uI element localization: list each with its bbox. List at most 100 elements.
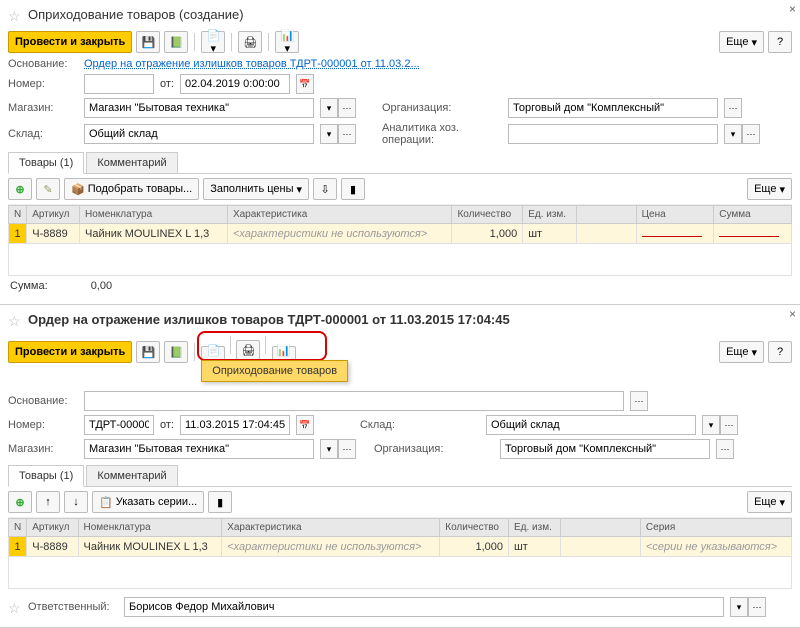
basis-link[interactable]: Ордер на отражение излишков товаров ТДРТ… [84, 58, 420, 70]
open-icon[interactable]: ⋯ [724, 98, 742, 118]
help-button[interactable]: ? [768, 341, 792, 363]
col-qty[interactable]: Количество [440, 519, 509, 537]
open-icon[interactable]: ⋯ [338, 439, 356, 459]
series-button[interactable]: 📋 Указать серии... [92, 491, 204, 513]
org-label: Организация: [374, 443, 494, 455]
more-button[interactable]: Еще ▾ [747, 491, 792, 513]
highlight-frame [197, 331, 327, 361]
open-icon[interactable]: ⋯ [338, 124, 356, 144]
number-input[interactable] [84, 74, 154, 94]
create-based-button[interactable]: 📄▾ [201, 31, 225, 53]
org-input[interactable] [508, 98, 718, 118]
warehouse-label: Склад: [360, 419, 480, 431]
warehouse-input[interactable] [84, 124, 314, 144]
dropdown-icon[interactable]: ▾ [724, 124, 742, 144]
dropdown-icon[interactable]: ▾ [730, 597, 748, 617]
move-up-button[interactable]: ↑ [36, 491, 60, 513]
number-label: Номер: [8, 419, 78, 431]
col-price[interactable]: Цена [636, 206, 714, 224]
favorite-star-icon[interactable]: ☆ [8, 8, 22, 22]
dropdown-icon[interactable]: ▾ [320, 98, 338, 118]
col-nomenclature[interactable]: Номенклатура [78, 519, 222, 537]
tab-goods[interactable]: Товары (1) [8, 152, 84, 174]
report-button[interactable]: 📊▾ [275, 31, 299, 53]
col-nomenclature[interactable]: Номенклатура [80, 206, 228, 224]
table-row[interactable]: 1 Ч-8889 Чайник MOULINEX L 1,3 <характер… [9, 537, 792, 557]
more-button[interactable]: Еще ▾ [747, 178, 792, 200]
basis-label: Основание: [8, 58, 78, 70]
org-label: Организация: [382, 102, 502, 114]
date-input[interactable] [180, 415, 290, 435]
tab-goods[interactable]: Товары (1) [8, 465, 84, 487]
analytics-input[interactable] [508, 124, 718, 144]
responsible-input[interactable] [124, 597, 724, 617]
more-button[interactable]: Еще ▾ [719, 31, 764, 53]
store-label: Магазин: [8, 102, 78, 114]
from-label: от: [160, 78, 174, 90]
number-label: Номер: [8, 78, 78, 90]
save-button[interactable]: 💾 [136, 341, 160, 363]
favorite-star-icon[interactable]: ☆ [8, 313, 22, 327]
tab-comment[interactable]: Комментарий [86, 152, 177, 173]
col-qty[interactable]: Количество [452, 206, 523, 224]
move-down-button[interactable]: ↓ [64, 491, 88, 513]
sum-empty[interactable] [719, 236, 779, 237]
post-button[interactable]: 📗 [164, 31, 188, 53]
open-icon[interactable]: ⋯ [748, 597, 766, 617]
open-icon[interactable]: ⋯ [630, 391, 648, 411]
create-based-menu: Оприходование товаров [201, 360, 348, 382]
open-icon[interactable]: ⋯ [716, 439, 734, 459]
col-series[interactable]: Серия [640, 519, 791, 537]
pick-goods-button[interactable]: 📦 Подобрать товары... [64, 178, 199, 200]
store-input[interactable] [84, 98, 314, 118]
warehouse-input[interactable] [486, 415, 696, 435]
fill-prices-button[interactable]: Заполнить цены ▾ [203, 178, 309, 200]
edit-row-button[interactable]: ✎ [36, 178, 60, 200]
save-button[interactable]: 💾 [136, 31, 160, 53]
more-button[interactable]: Еще ▾ [719, 341, 764, 363]
col-n[interactable]: N [9, 206, 27, 224]
tab-comment[interactable]: Комментарий [86, 465, 177, 486]
add-row-button[interactable]: ⊕ [8, 491, 32, 513]
print-button[interactable]: 🖨 [238, 31, 262, 53]
help-button[interactable]: ? [768, 31, 792, 53]
col-article[interactable]: Артикул [27, 519, 78, 537]
barcode-button[interactable]: ▮ [208, 491, 232, 513]
col-n[interactable]: N [9, 519, 27, 537]
import-button[interactable]: ⇩ [313, 178, 337, 200]
add-row-button[interactable]: ⊕ [8, 178, 32, 200]
date-input[interactable] [180, 74, 290, 94]
dropdown-icon[interactable]: ▾ [320, 124, 338, 144]
price-empty[interactable] [642, 236, 702, 237]
table-row[interactable]: 1 Ч-8889 Чайник MOULINEX L 1,3 <характер… [9, 224, 792, 244]
calendar-icon[interactable]: 📅 [296, 415, 314, 435]
col-unit[interactable]: Ед. изм. [523, 206, 576, 224]
store-input[interactable] [84, 439, 314, 459]
submit-close-button[interactable]: Провести и закрыть [8, 31, 132, 53]
dropdown-icon[interactable]: ▾ [320, 439, 338, 459]
submit-close-button[interactable]: Провести и закрыть [8, 341, 132, 363]
close-icon[interactable]: × [789, 2, 796, 16]
menu-item-posting[interactable]: Оприходование товаров [212, 365, 337, 377]
col-sum[interactable]: Сумма [714, 206, 792, 224]
calendar-icon[interactable]: 📅 [296, 74, 314, 94]
basis-input[interactable] [84, 391, 624, 411]
post-button[interactable]: 📗 [164, 341, 188, 363]
col-article[interactable]: Артикул [27, 206, 80, 224]
col-characteristic[interactable]: Характеристика [222, 519, 440, 537]
open-icon[interactable]: ⋯ [742, 124, 760, 144]
col-unit[interactable]: Ед. изм. [508, 519, 560, 537]
open-icon[interactable]: ⋯ [720, 415, 738, 435]
number-input[interactable] [84, 415, 154, 435]
sum-label: Сумма: [10, 280, 48, 292]
col-characteristic[interactable]: Характеристика [227, 206, 451, 224]
dropdown-icon[interactable]: ▾ [702, 415, 720, 435]
surplus-order-window: × ☆ Ордер на отражение излишков товаров … [0, 305, 800, 628]
barcode-button[interactable]: ▮ [341, 178, 365, 200]
open-icon[interactable]: ⋯ [338, 98, 356, 118]
goods-toolbar: ⊕ ✎ 📦 Подобрать товары... Заполнить цены… [8, 174, 792, 205]
org-input[interactable] [500, 439, 710, 459]
favorite-star-icon[interactable]: ☆ [8, 600, 22, 614]
warehouse-label: Склад: [8, 128, 78, 140]
close-icon[interactable]: × [789, 307, 796, 321]
